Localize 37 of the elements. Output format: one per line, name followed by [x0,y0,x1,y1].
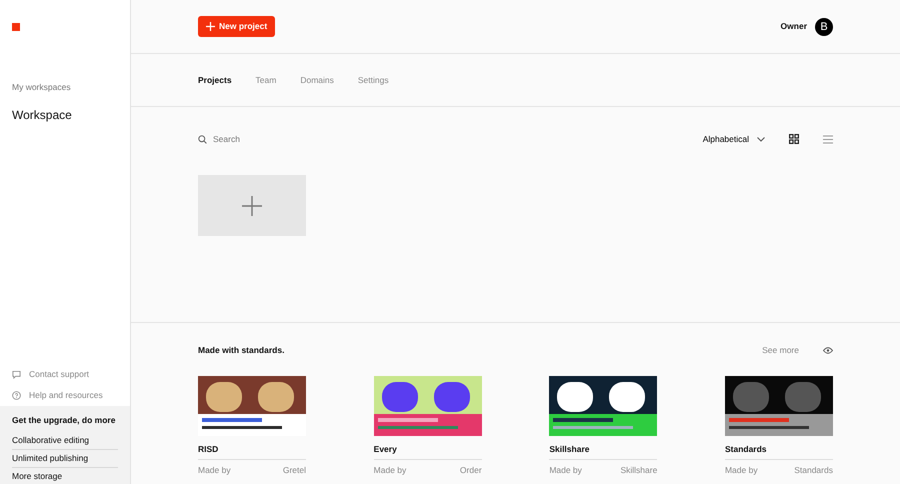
chat-icon [12,370,21,379]
grid-view-button[interactable] [789,134,799,144]
card-title[interactable]: Skillshare [549,443,658,460]
upgrade-feature: Unlimited publishing [12,450,118,468]
author-name: Order [460,464,482,477]
help-icon [12,391,21,400]
author-name: Standards [794,464,833,477]
sidebar-link[interactable]: Help and resources [29,389,103,402]
eye-icon[interactable] [823,346,833,354]
tab[interactable]: Projects [198,74,232,86]
author-name: Skillshare [620,464,658,477]
made-by-label: Made by [724,464,758,477]
card-title[interactable]: Every [374,443,482,460]
author-name: Gretel [282,464,306,477]
new-project-button[interactable]: New project [198,16,276,37]
section-label: My workspaces [12,81,72,94]
plus-icon [242,196,262,216]
upgrade-feature: Collaborative editing [12,432,118,450]
add-project-tile[interactable] [198,175,306,236]
card-title[interactable]: RISD [198,443,306,460]
made-by-label: Made by [374,464,406,477]
avatar[interactable]: B [815,18,833,36]
section-title: Made with standards. [198,344,284,356]
card-title[interactable]: Standards [724,443,833,460]
list-view-button[interactable] [823,134,833,144]
upgrade-feature: More storage [12,470,64,483]
made-by-label: Made by [198,464,231,477]
sidebar-link[interactable]: Contact support [29,368,90,381]
sort-dropdown[interactable]: Alphabetical [702,132,765,146]
search-field[interactable]: Search [211,132,331,146]
chevron-icon [757,136,765,142]
owner-label: Owner [780,20,807,33]
upgrade-title: Get the upgrade, do more [12,414,116,427]
search-icon [198,134,207,144]
plus-icon [206,22,215,31]
made-by-label: Made by [549,464,582,477]
workspace-item[interactable]: Workspace [12,106,72,124]
